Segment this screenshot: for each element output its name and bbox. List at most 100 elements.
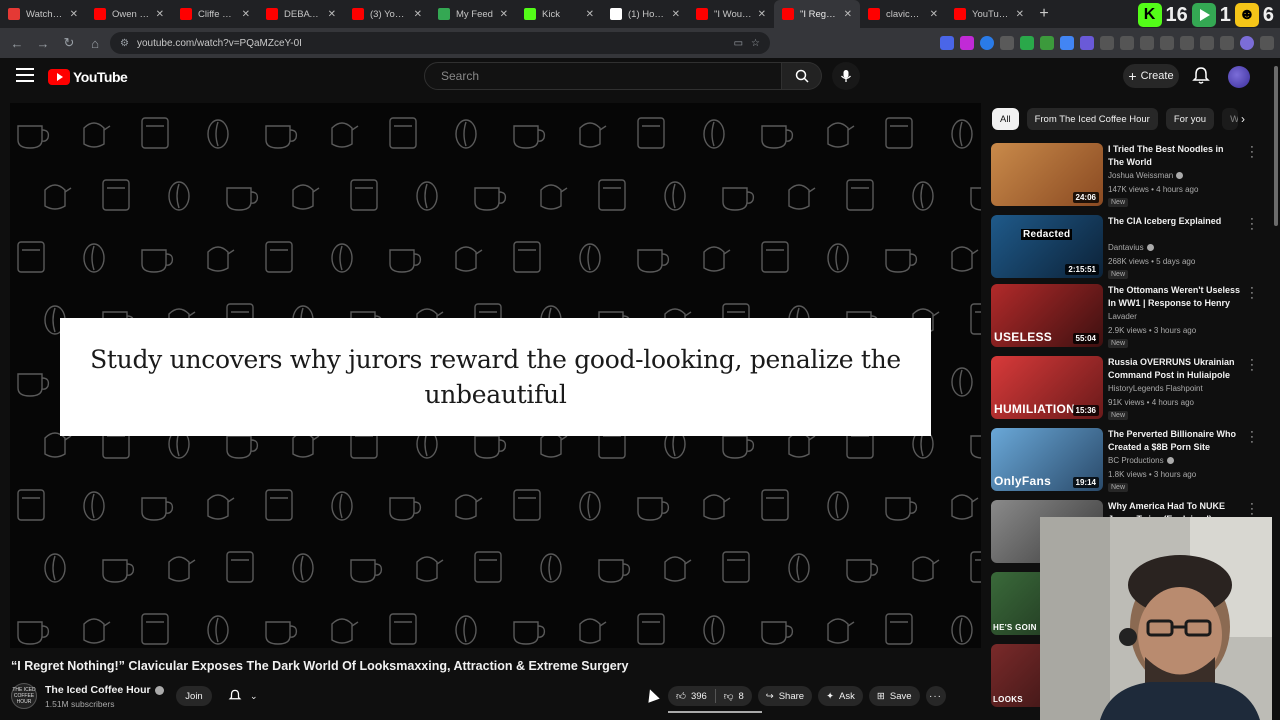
profile-avatar-icon[interactable] — [1240, 36, 1254, 50]
extension-icon[interactable] — [1060, 36, 1074, 50]
filter-chip[interactable]: From The Iced Coffee Hour — [1026, 108, 1158, 130]
recommendation-item[interactable]: HUMILIATION 15:36 Russia OVERRUNS Ukrainia… — [991, 355, 1271, 420]
chevron-right-icon[interactable]: › — [1234, 110, 1252, 128]
coffee-doodle — [579, 618, 607, 644]
filter-chip[interactable]: For you — [1165, 108, 1215, 130]
video-thumbnail[interactable]: HUMILIATION 15:36 — [991, 356, 1103, 419]
puzzle-icon[interactable] — [1100, 36, 1114, 50]
video-thumbnail[interactable]: USELESS 55:04 — [991, 284, 1103, 347]
more-vertical-icon[interactable]: · · · — [1247, 283, 1257, 304]
browser-tab[interactable]: "I Would H ✕ — [688, 0, 774, 28]
recommendation-item[interactable]: 24:06 I Tried The Best Noodles in The Wor… — [991, 142, 1271, 207]
coffee-doodle — [416, 556, 444, 582]
browser-tab[interactable]: Owen Ben ✕ — [86, 0, 172, 28]
extension-icon[interactable] — [960, 36, 974, 50]
tab-close-icon[interactable]: ✕ — [500, 9, 508, 20]
code-icon[interactable] — [1160, 36, 1174, 50]
video-player[interactable]: Study uncovers why jurors reward the goo… — [10, 103, 981, 648]
recommendation-item[interactable]: Redacted 2:15:51 The CIA Iceberg Explained… — [991, 214, 1271, 279]
extension-icon[interactable] — [1080, 36, 1094, 50]
address-bar[interactable]: ⚙ youtube.com/watch?v=PQaMZceY-0I ▭ ☆ — [110, 32, 770, 54]
tab-close-icon[interactable]: ✕ — [930, 9, 938, 20]
ask-button[interactable]: ✦ Ask — [818, 686, 863, 706]
reading-list-icon[interactable] — [1200, 36, 1214, 50]
video-thumbnail[interactable]: 24:06 — [991, 143, 1103, 206]
download-icon[interactable] — [1140, 36, 1154, 50]
browser-menu-icon[interactable] — [1260, 36, 1274, 50]
more-vertical-icon[interactable]: · · · — [1247, 142, 1257, 163]
channel-name-link[interactable]: The Iced Coffee Hour — [45, 684, 164, 696]
subscription-bell-button[interactable]: ⌄ — [222, 686, 266, 706]
browser-tab[interactable]: Cliffe & St ✕ — [172, 0, 258, 28]
extension-icon[interactable] — [1000, 36, 1014, 50]
channel-avatar[interactable]: THE ICED COFFEE HOUR — [11, 683, 37, 709]
coffee-doodle — [17, 373, 50, 397]
voice-search-button[interactable] — [832, 62, 860, 90]
coffee-doodle — [970, 435, 981, 459]
tab-close-icon[interactable]: ✕ — [672, 9, 680, 20]
browser-tab[interactable]: "I Regret N ✕ — [774, 0, 860, 28]
more-vertical-icon[interactable]: · · · — [1247, 427, 1257, 448]
thumbnail-text: LOOKS — [993, 695, 1023, 704]
filter-chip[interactable]: All — [992, 108, 1019, 130]
coffee-doodle — [970, 303, 981, 335]
share-button[interactable]: ↪ Share — [757, 686, 813, 706]
cast-icon[interactable]: ▭ — [734, 38, 743, 49]
save-button[interactable]: ⊞ Save — [868, 686, 920, 706]
user-avatar[interactable] — [1228, 66, 1250, 88]
more-vertical-icon[interactable]: · · · — [1247, 355, 1257, 376]
tab-close-icon[interactable]: ✕ — [1016, 9, 1024, 20]
more-vertical-icon[interactable]: · · · — [1247, 214, 1257, 235]
browser-tab[interactable]: DEBATE! W ✕ — [258, 0, 344, 28]
browser-tab[interactable]: (3) YouTub ✕ — [344, 0, 430, 28]
browser-tab[interactable]: My Feed ✕ — [430, 0, 516, 28]
tab-close-icon[interactable]: ✕ — [414, 9, 422, 20]
coffee-doodle — [513, 125, 546, 149]
browser-tab[interactable]: Watch late ✕ — [0, 0, 86, 28]
browser-tab[interactable]: YouTube H ✕ — [946, 0, 1032, 28]
menu-icon[interactable] — [16, 68, 34, 82]
reload-icon[interactable]: ↻ — [58, 32, 80, 54]
notifications-bell-icon[interactable] — [1192, 66, 1210, 86]
coffee-doodle — [474, 435, 507, 459]
create-button[interactable]: + Create — [1123, 64, 1179, 88]
like-button[interactable]: 👍︎ 396 — [668, 686, 715, 706]
history-icon[interactable] — [1120, 36, 1134, 50]
scrollbar-thumb[interactable] — [1274, 66, 1278, 226]
youtube-logo[interactable]: YouTube — [48, 69, 128, 85]
browser-tab[interactable]: Kick ✕ — [516, 0, 602, 28]
join-button[interactable]: Join — [176, 686, 212, 706]
video-thumbnail[interactable]: OnlyFans 19:14 — [991, 428, 1103, 491]
extension-icon[interactable] — [1020, 36, 1034, 50]
new-tab-button[interactable]: + — [1032, 0, 1056, 28]
tab-close-icon[interactable]: ✕ — [328, 9, 336, 20]
search-button[interactable] — [782, 62, 822, 90]
tab-close-icon[interactable]: ✕ — [242, 9, 250, 20]
forward-icon[interactable]: → — [32, 32, 54, 54]
more-actions-button[interactable]: ··· — [925, 686, 946, 706]
sidebar-icon[interactable] — [1180, 36, 1194, 50]
extension-icon[interactable] — [940, 36, 954, 50]
home-icon[interactable]: ⌂ — [84, 32, 106, 54]
recommendation-item[interactable]: USELESS 55:04 The Ottomans Weren't Useless… — [991, 283, 1271, 348]
tab-close-icon[interactable]: ✕ — [844, 9, 852, 20]
coffee-doodle — [703, 494, 731, 520]
bookmark-star-icon[interactable]: ☆ — [751, 38, 760, 49]
tab-close-icon[interactable]: ✕ — [758, 9, 766, 20]
tab-close-icon[interactable]: ✕ — [70, 9, 78, 20]
browser-tab[interactable]: clavicular ✕ — [860, 0, 946, 28]
back-icon[interactable]: ← — [6, 32, 28, 54]
search-input[interactable]: Search — [424, 62, 782, 90]
tab-close-icon[interactable]: ✕ — [156, 9, 164, 20]
recommendation-title: The Perverted Billionaire Who Created a … — [1108, 429, 1237, 452]
extension-icon[interactable] — [1040, 36, 1054, 50]
browser-tab[interactable]: (1) Home ✕ — [602, 0, 688, 28]
video-thumbnail[interactable]: Redacted 2:15:51 — [991, 215, 1103, 278]
tab-close-icon[interactable]: ✕ — [586, 9, 594, 20]
recommendation-item[interactable]: OnlyFans 19:14 The Perverted Billionaire W… — [991, 427, 1271, 492]
more-vertical-icon[interactable]: · · · — [1247, 499, 1257, 520]
site-info-icon[interactable]: ⚙ — [120, 38, 129, 49]
dislike-button[interactable]: 👎︎ 8 — [716, 686, 752, 706]
extension-icon[interactable] — [980, 36, 994, 50]
tab-search-icon[interactable] — [1220, 36, 1234, 50]
